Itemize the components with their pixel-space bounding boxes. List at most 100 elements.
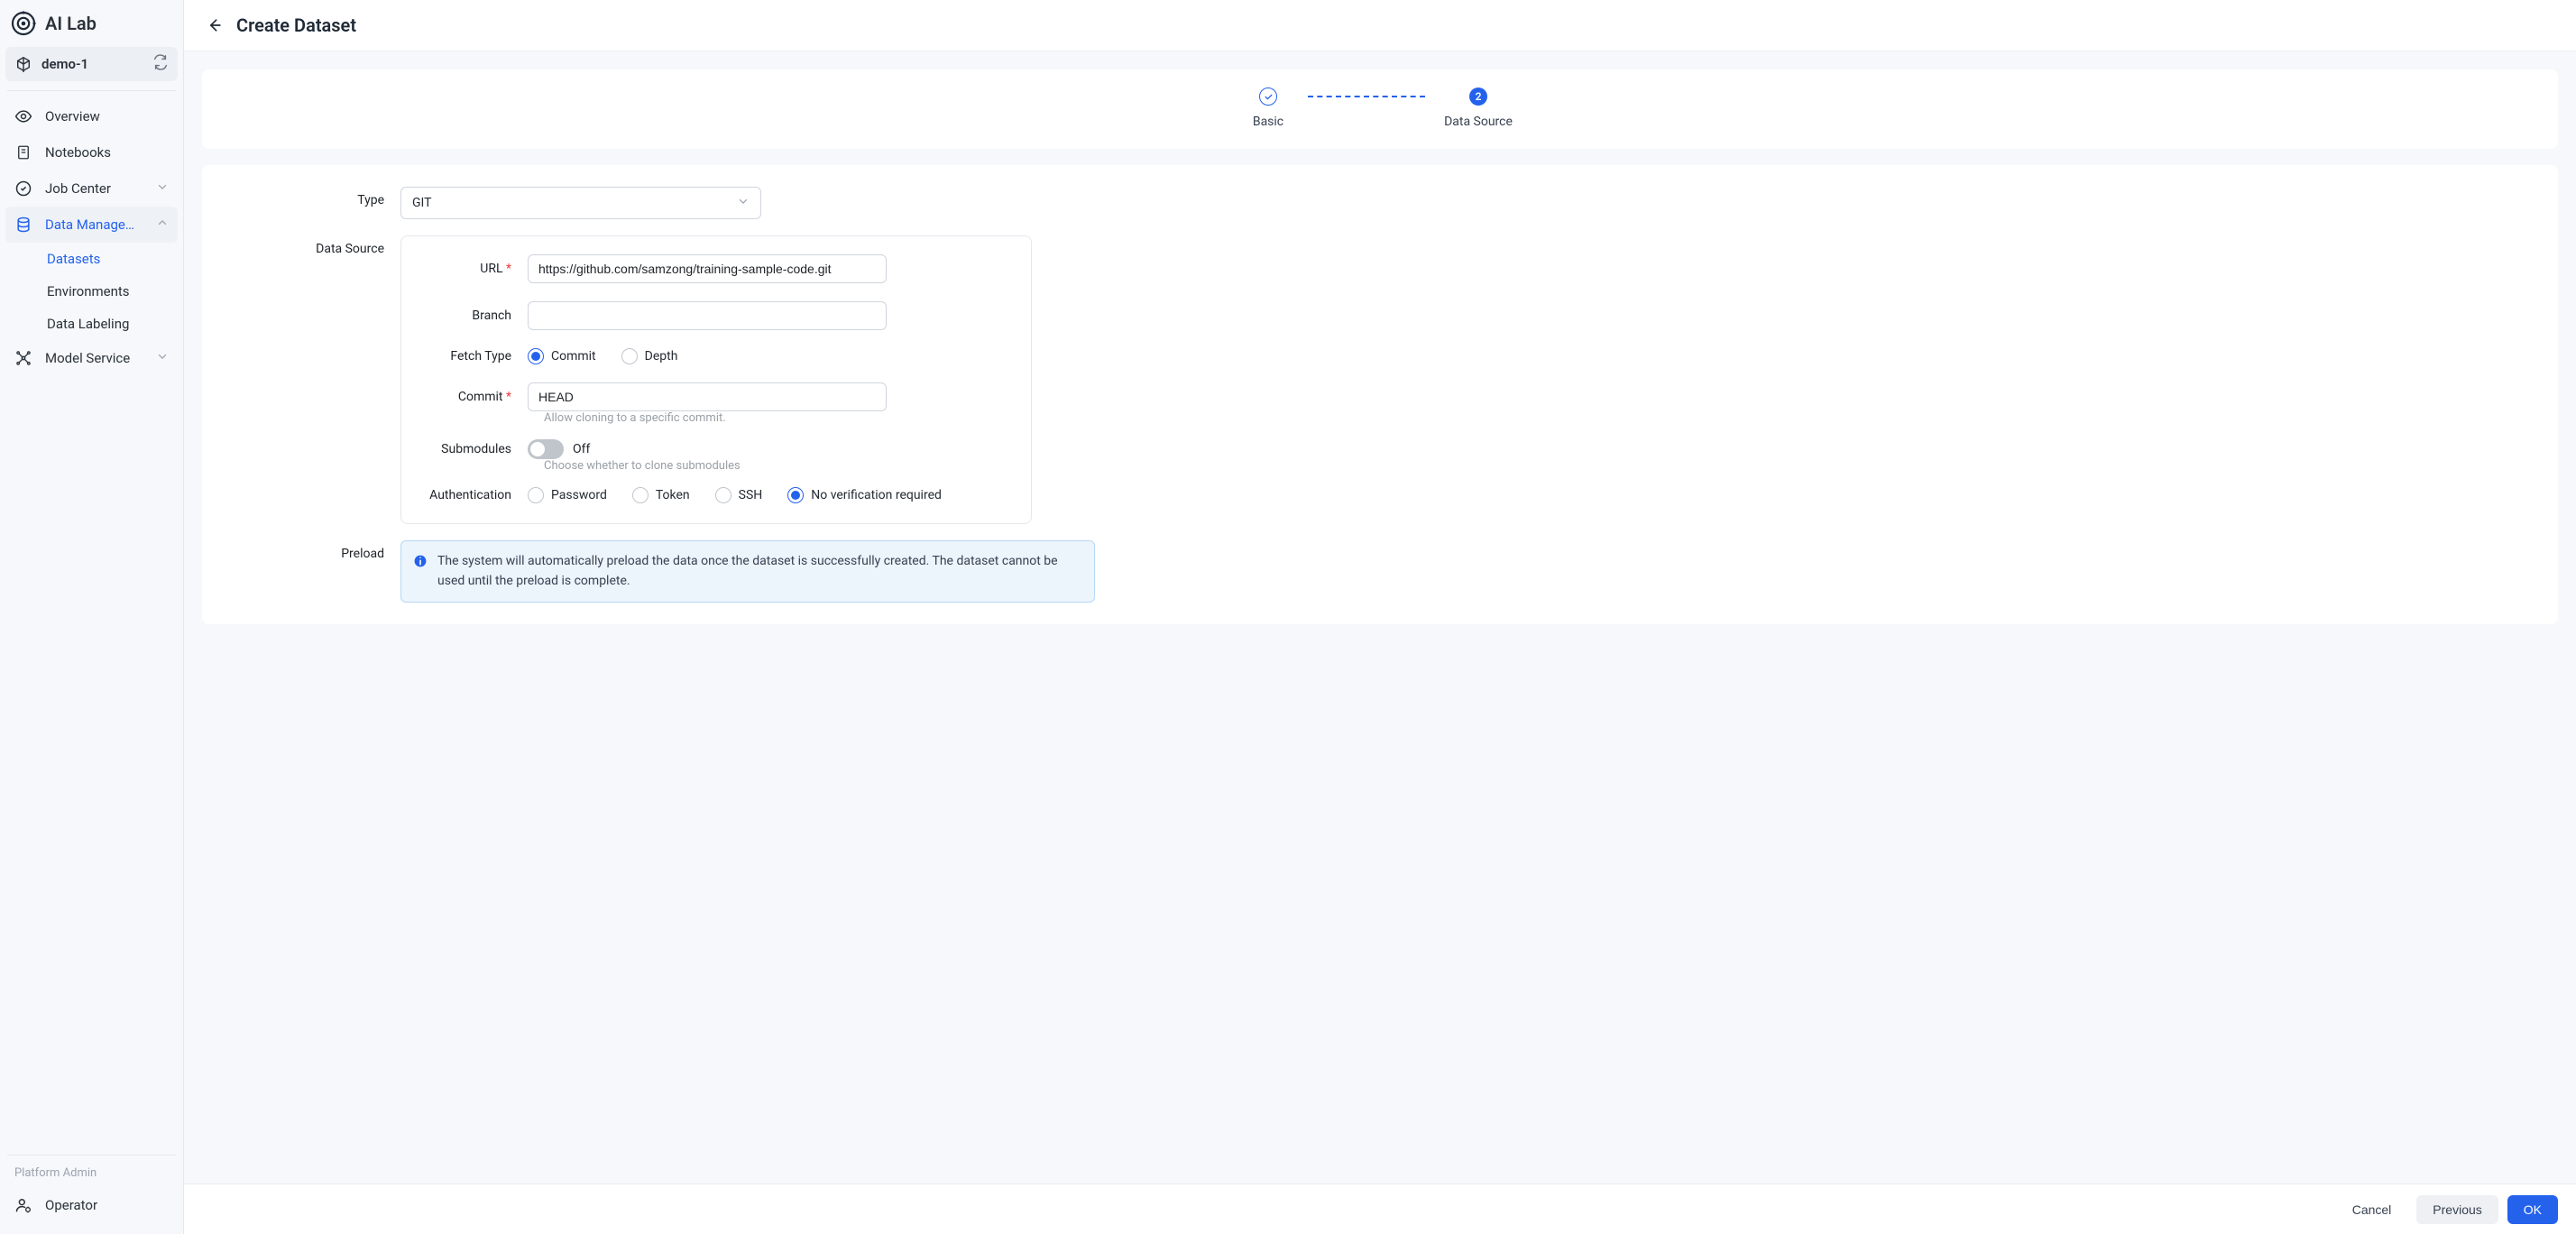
sidebar-divider: [7, 90, 176, 91]
ds-row-commit: Commit: [427, 382, 1006, 411]
row-preload: Preload The system will automatically pr…: [238, 540, 2522, 603]
data-source-label: Data Source: [238, 235, 400, 256]
radio-label: SSH: [739, 488, 763, 502]
form-card: Type GIT Data Source URL: [202, 165, 2558, 624]
data-management-subnav: Datasets Environments Data Labeling: [5, 243, 178, 340]
radio-label: Token: [656, 488, 690, 502]
type-label: Type: [238, 187, 400, 207]
ok-button[interactable]: OK: [2507, 1195, 2558, 1224]
preload-label: Preload: [238, 540, 400, 561]
auth-label: Authentication: [427, 488, 528, 502]
sidebar-item-label: Model Service: [45, 350, 130, 366]
sidebar-item-label: Operator: [45, 1197, 97, 1213]
nav: Overview Notebooks Job Center Data Manag…: [5, 98, 178, 376]
app-name: AI Lab: [45, 13, 97, 34]
radio-commit[interactable]: Commit: [528, 348, 596, 364]
page-title: Create Dataset: [236, 14, 356, 36]
sidebar-item-operator[interactable]: Operator: [5, 1187, 178, 1223]
submodules-label: Submodules: [427, 442, 528, 456]
topbar: Create Dataset: [184, 0, 2576, 51]
chevron-down-icon: [156, 180, 169, 197]
job-icon: [14, 180, 32, 198]
sidebar-item-overview[interactable]: Overview: [5, 98, 178, 134]
type-select[interactable]: GIT: [400, 187, 761, 219]
ds-row-auth: Authentication Password Token: [427, 487, 1006, 503]
auth-radios: Password Token SSH: [528, 487, 1006, 503]
submodules-hint: Choose whether to clone submodules: [544, 459, 1006, 473]
fetch-type-label: Fetch Type: [427, 349, 528, 364]
commit-input[interactable]: [528, 382, 887, 411]
radio-depth[interactable]: Depth: [621, 348, 678, 364]
platform-admin-label: Platform Admin: [5, 1159, 178, 1187]
chevron-down-icon: [156, 350, 169, 366]
step-basic[interactable]: Basic: [1241, 87, 1295, 129]
sidebar-item-label: Data Manage…: [45, 216, 134, 233]
branch-label: Branch: [427, 308, 528, 323]
fetch-type-radios: Commit Depth: [528, 348, 1006, 364]
commit-hint-row: Allow cloning to a specific commit.: [544, 411, 1006, 425]
ds-row-branch: Branch: [427, 301, 1006, 330]
operator-icon: [14, 1196, 32, 1214]
step-data-source[interactable]: 2 Data Source: [1438, 87, 1519, 129]
chevron-down-icon: [737, 195, 750, 211]
ds-row-url: URL: [427, 254, 1006, 283]
radio-password[interactable]: Password: [528, 487, 607, 503]
row-type: Type GIT: [238, 187, 2522, 219]
sidebar-item-label: Notebooks: [45, 144, 111, 161]
type-value: GIT: [412, 196, 432, 210]
steps: Basic 2 Data Source: [1241, 87, 1519, 129]
previous-button[interactable]: Previous: [2416, 1195, 2498, 1224]
model-icon: [14, 349, 32, 367]
step-connector: [1308, 96, 1425, 97]
radio-icon: [715, 487, 731, 503]
radio-no-verification[interactable]: No verification required: [787, 487, 942, 503]
row-data-source: Data Source URL Branch: [238, 235, 2522, 524]
submodules-state: Off: [573, 442, 590, 456]
ds-row-submodules: Submodules Off: [427, 439, 1006, 459]
workspace-selector[interactable]: demo-1: [5, 47, 178, 81]
sidebar-subitem-data-labeling[interactable]: Data Labeling: [5, 308, 178, 340]
eye-icon: [14, 107, 32, 125]
footer: Cancel Previous OK: [184, 1183, 2576, 1234]
notebook-icon: [14, 143, 32, 161]
chevron-up-icon: [156, 216, 169, 233]
back-button[interactable]: [206, 16, 224, 34]
radio-icon: [787, 487, 804, 503]
radio-icon: [621, 348, 638, 364]
radio-label: Commit: [551, 349, 596, 364]
sidebar-item-notebooks[interactable]: Notebooks: [5, 134, 178, 170]
cancel-button[interactable]: Cancel: [2336, 1195, 2408, 1224]
commit-label: Commit: [427, 390, 528, 404]
radio-ssh[interactable]: SSH: [715, 487, 763, 503]
radio-label: Password: [551, 488, 607, 502]
sidebar-subitem-environments[interactable]: Environments: [5, 275, 178, 308]
preload-message: The system will automatically preload th…: [437, 552, 1080, 591]
commit-hint: Allow cloning to a specific commit.: [544, 411, 1006, 425]
database-icon: [14, 216, 32, 234]
step-label: Data Source: [1444, 115, 1513, 129]
url-input[interactable]: [528, 254, 887, 283]
sidebar-item-label: Job Center: [45, 180, 111, 197]
sidebar-divider: [7, 1155, 176, 1156]
sidebar-item-data-management[interactable]: Data Manage…: [5, 207, 178, 243]
sidebar-bottom: Platform Admin Operator: [5, 1151, 178, 1234]
workspace-switch-icon[interactable]: [152, 54, 169, 74]
branch-input[interactable]: [528, 301, 887, 330]
url-label: URL: [427, 262, 528, 276]
content: Basic 2 Data Source Type GIT: [184, 51, 2576, 1183]
submodules-toggle[interactable]: [528, 439, 564, 459]
radio-token[interactable]: Token: [632, 487, 690, 503]
radio-label: Depth: [645, 349, 678, 364]
radio-icon: [528, 487, 544, 503]
ds-row-fetch-type: Fetch Type Commit Depth: [427, 348, 1006, 364]
submodules-hint-row: Choose whether to clone submodules: [544, 459, 1006, 473]
preload-alert: The system will automatically preload th…: [400, 540, 1095, 603]
radio-icon: [528, 348, 544, 364]
sidebar-item-model-service[interactable]: Model Service: [5, 340, 178, 376]
steps-card: Basic 2 Data Source: [202, 69, 2558, 149]
sidebar-item-job-center[interactable]: Job Center: [5, 170, 178, 207]
sidebar-subitem-datasets[interactable]: Datasets: [5, 243, 178, 275]
step-check-icon: [1259, 87, 1277, 106]
radio-label: No verification required: [811, 488, 942, 502]
sidebar: AI Lab demo-1 Overview Notebooks: [0, 0, 184, 1234]
